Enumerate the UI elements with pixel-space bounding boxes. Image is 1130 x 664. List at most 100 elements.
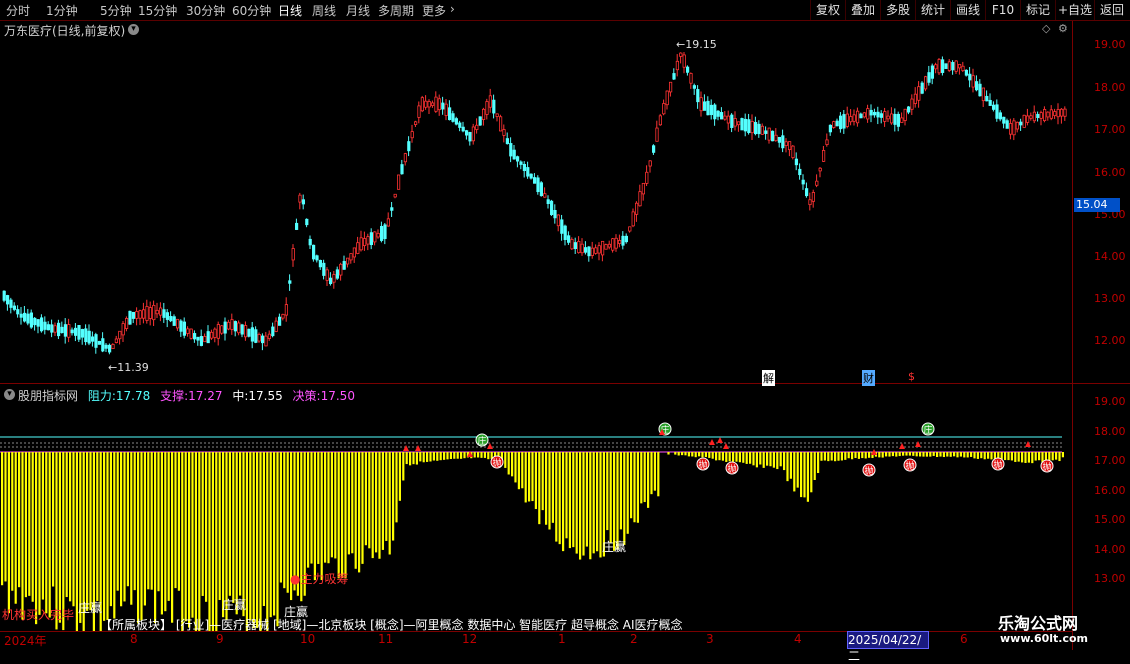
candle-body <box>104 344 108 349</box>
f10-button[interactable]: F10 <box>985 0 1020 20</box>
candle-body <box>1026 115 1030 123</box>
tab-weekly[interactable]: 周线 <box>312 2 336 19</box>
tab-5min[interactable]: 5分钟 <box>100 2 132 19</box>
indicator-bar <box>708 452 711 458</box>
indicator-bar <box>181 452 184 631</box>
zhuang-green-marker-text: 庄 <box>923 424 932 436</box>
indicator-bar <box>511 452 514 477</box>
y-tick-indicator: 17.00 <box>1094 454 1126 467</box>
candle-body <box>934 64 938 70</box>
y-tick-indicator: 19.00 <box>1094 395 1126 408</box>
indicator-bar <box>783 452 786 471</box>
tab-15min[interactable]: 15分钟 <box>138 2 177 19</box>
candle-body <box>601 240 605 256</box>
tab-more[interactable]: 更多 <box>422 2 446 19</box>
draw-line-button[interactable]: 画线 <box>950 0 985 20</box>
add-watchlist-button[interactable]: +自选 <box>1055 0 1094 20</box>
candle-body <box>917 86 921 101</box>
candle-body <box>805 188 809 197</box>
tab-60min[interactable]: 60分钟 <box>232 2 271 19</box>
indicator-bar <box>473 452 476 458</box>
stats-button[interactable]: 统计 <box>915 0 950 20</box>
dividend-event-marker[interactable]: $ <box>908 370 915 383</box>
candle-body <box>907 106 911 113</box>
candle-body <box>924 76 928 90</box>
indicator-bar <box>232 452 235 603</box>
indicator-chart[interactable]: 庄庄 庄抛抛抛抛抛抛抛 <box>0 384 1072 631</box>
indicator-bar <box>256 452 259 628</box>
mark-button[interactable]: 标记 <box>1020 0 1055 20</box>
indicator-bar <box>65 452 68 598</box>
indicator-bar <box>463 452 466 459</box>
fuquan-button[interactable]: 复权 <box>810 0 845 20</box>
candle-body <box>516 156 520 162</box>
candle-body <box>879 113 884 118</box>
chevron-right-icon[interactable]: › <box>450 2 455 16</box>
indicator-bar <box>800 452 803 498</box>
candle-body <box>910 98 914 110</box>
overlay-button[interactable]: 叠加 <box>845 0 880 20</box>
candle-body <box>257 334 261 342</box>
tab-daily[interactable]: 日线 <box>278 2 302 19</box>
tab-1min[interactable]: 1分钟 <box>46 2 78 19</box>
candle-body <box>771 130 775 142</box>
indicator-bar <box>218 452 221 601</box>
indicator-bar <box>103 452 106 621</box>
indicator-bar <box>409 452 412 466</box>
candle-body <box>413 121 418 125</box>
indicator-bar <box>861 452 864 459</box>
buy-arrow-icon <box>717 437 723 443</box>
zhuang-green-marker-text: 庄 <box>477 435 486 447</box>
indicator-bar <box>548 452 551 530</box>
candle-body <box>233 321 237 332</box>
indicator-bar <box>368 452 371 549</box>
candlestick-chart[interactable] <box>0 21 1072 383</box>
candle-body <box>1060 108 1064 117</box>
candle-body <box>53 325 57 333</box>
candle-body <box>464 130 469 136</box>
tab-timeshare[interactable]: 分时 <box>6 2 30 19</box>
indicator-bar <box>483 452 486 458</box>
candle-body <box>747 119 751 133</box>
candle-body <box>607 243 612 248</box>
indicator-bar <box>320 452 323 581</box>
period-toolbar: 分时 1分钟 5分钟 15分钟 30分钟 60分钟 日线 周线 月线 多周期 更… <box>0 0 1130 21</box>
indicator-bar <box>171 452 174 623</box>
candle-body <box>284 304 289 316</box>
indicator-bar <box>959 452 962 457</box>
candle-body <box>944 63 948 69</box>
tab-30min[interactable]: 30分钟 <box>186 2 225 19</box>
candle-body <box>226 321 231 330</box>
candle-body <box>172 316 176 326</box>
tab-monthly[interactable]: 月线 <box>346 2 370 19</box>
candle-body <box>125 318 129 329</box>
tab-multi-period[interactable]: 多周期 <box>378 2 414 19</box>
indicator-bar <box>126 452 129 587</box>
candle-body <box>886 115 890 120</box>
indicator-bar <box>558 452 561 545</box>
back-button[interactable]: 返回 <box>1094 0 1129 20</box>
candle-body <box>856 110 860 124</box>
candle-body <box>900 117 904 123</box>
multi-stock-button[interactable]: 多股 <box>880 0 915 20</box>
candle-body <box>567 235 571 243</box>
indicator-bar <box>715 452 718 461</box>
indicator-bar <box>259 452 262 631</box>
candle-body <box>478 116 482 126</box>
candle-body <box>774 134 778 142</box>
indicator-bar <box>1038 452 1041 461</box>
candle-body <box>87 330 91 344</box>
indicator-bar <box>817 452 820 474</box>
candle-body <box>182 321 186 336</box>
candle-body <box>954 60 958 72</box>
candle-body <box>791 145 795 158</box>
y-tick-main: 12.00 <box>1094 334 1126 347</box>
indicator-bar <box>514 452 517 483</box>
candle-body <box>941 59 945 73</box>
indicator-bar <box>766 452 769 466</box>
indicator-bar <box>109 452 112 607</box>
buy-arrow-icon <box>487 443 493 449</box>
buy-arrow-icon <box>403 445 409 451</box>
indicator-bar <box>14 452 17 604</box>
indicator-bar <box>919 452 922 457</box>
